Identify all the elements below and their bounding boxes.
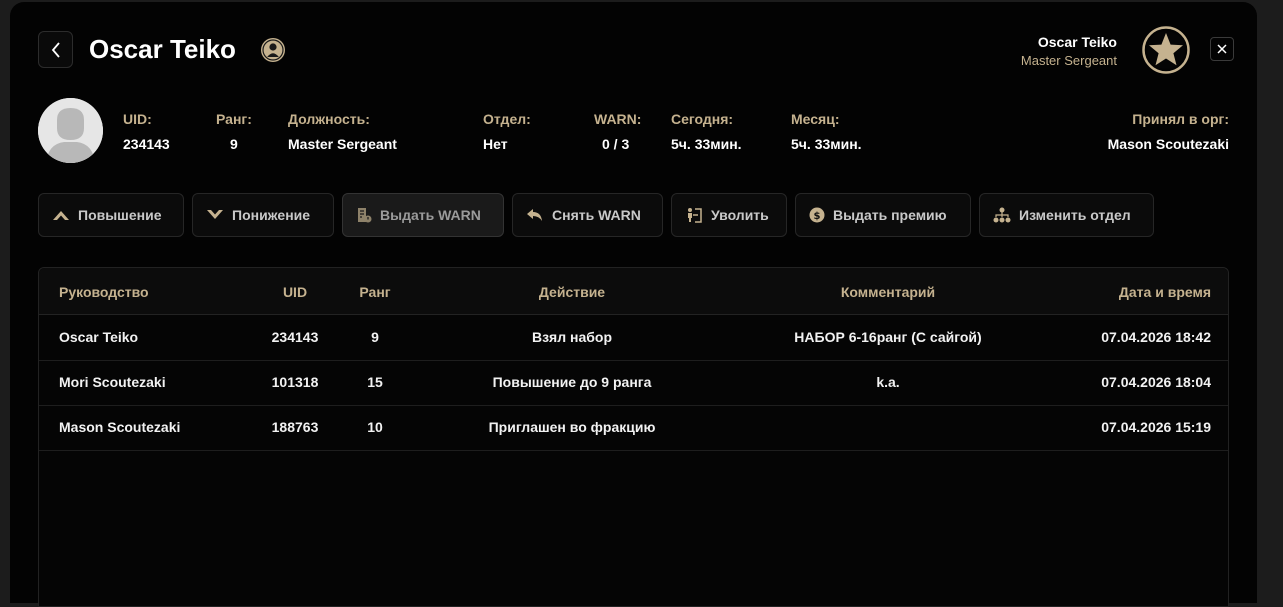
promote-button[interactable]: Повышение — [38, 193, 184, 237]
cell-uid: 101318 — [271, 374, 319, 390]
dismiss-label: Уволить — [711, 207, 769, 223]
table-row[interactable]: Mori Scoutezaki 101318 15 Повышение до 9… — [39, 360, 1228, 406]
give-bonus-label: Выдать премию — [833, 207, 947, 223]
hierarchy-icon — [993, 207, 1011, 223]
give-warn-label: Выдать WARN — [380, 207, 481, 223]
department-label: Отдел: — [483, 111, 531, 127]
cell-leader: Mori Scoutezaki — [59, 374, 166, 390]
avatar — [38, 98, 103, 163]
today-value: 5ч. 33мин. — [671, 136, 742, 152]
cell-leader: Oscar Teiko — [59, 329, 139, 345]
rank-star-icon — [1142, 26, 1190, 74]
history-table: Руководство UID Ранг Действие Комментари… — [38, 267, 1229, 607]
chevron-left-icon — [51, 41, 60, 58]
uid-label: UID: — [123, 111, 152, 127]
month-value: 5ч. 33мин. — [791, 136, 862, 152]
table-header: Руководство UID Ранг Действие Комментари… — [39, 268, 1228, 315]
cell-uid: 188763 — [271, 419, 319, 435]
user-info-icon[interactable] — [260, 37, 286, 63]
warn-label: WARN: — [594, 111, 642, 127]
exit-person-icon — [688, 208, 702, 223]
remove-warn-button[interactable]: Снять WARN — [512, 193, 663, 237]
cell-datetime: 07.04.2026 18:42 — [1101, 329, 1211, 345]
page-title: Oscar Teiko — [89, 34, 236, 64]
position-value: Master Sergeant — [288, 136, 397, 152]
change-department-button[interactable]: Изменить отдел — [979, 193, 1154, 237]
remove-warn-label: Снять WARN — [552, 207, 641, 223]
cell-comment: НАБОР 6-16ранг (С сайгой) — [794, 329, 982, 345]
chevron-up-icon — [53, 211, 69, 220]
give-bonus-button[interactable]: $ Выдать премию — [795, 193, 971, 237]
cell-action: Повышение до 9 ранга — [492, 374, 652, 390]
header-user-rank: Master Sergeant — [1020, 53, 1117, 68]
column-header-leader: Руководство — [59, 284, 149, 300]
month-label: Месяц: — [791, 111, 840, 127]
column-header-action: Действие — [538, 284, 606, 300]
cell-rank: 10 — [367, 419, 383, 435]
table-row[interactable]: Mason Scoutezaki 188763 10 Приглашен во … — [39, 405, 1228, 451]
cell-comment: k.a. — [876, 374, 900, 390]
uid-value: 234143 — [123, 136, 170, 152]
cell-action: Приглашен во фракцию — [488, 419, 656, 435]
demote-label: Понижение — [232, 207, 311, 223]
promote-label: Повышение — [78, 207, 162, 223]
warn-document-icon — [358, 208, 372, 223]
accepted-by-label: Принял в орг: — [1132, 111, 1229, 127]
position-label: Должность: — [288, 111, 370, 127]
cell-leader: Mason Scoutezaki — [59, 419, 181, 435]
close-icon — [1217, 44, 1227, 54]
cell-rank: 15 — [367, 374, 383, 390]
rank-value: 9 — [230, 136, 238, 152]
cell-datetime: 07.04.2026 15:19 — [1101, 419, 1211, 435]
chevron-down-icon — [207, 210, 223, 219]
give-warn-button[interactable]: Выдать WARN — [342, 193, 504, 237]
warn-value: 0 / 3 — [602, 136, 630, 152]
column-header-rank: Ранг — [359, 284, 391, 300]
cell-action: Взял набор — [531, 329, 613, 345]
column-header-datetime: Дата и время — [1118, 284, 1211, 300]
column-header-comment: Комментарий — [840, 284, 936, 300]
cell-datetime: 07.04.2026 18:04 — [1101, 374, 1211, 390]
today-label: Сегодня: — [671, 111, 734, 127]
close-button[interactable] — [1210, 37, 1234, 61]
department-value: Нет — [483, 136, 508, 152]
dismiss-button[interactable]: Уволить — [671, 193, 787, 237]
coin-icon: $ — [809, 207, 825, 223]
cell-uid: 234143 — [271, 329, 319, 345]
svg-text:$: $ — [814, 211, 821, 222]
demote-button[interactable]: Понижение — [192, 193, 334, 237]
user-silhouette-icon — [38, 98, 103, 163]
header-user-name: Oscar Teiko — [1037, 34, 1117, 50]
change-department-label: Изменить отдел — [1019, 207, 1131, 223]
member-profile-panel: Oscar Teiko Oscar Teiko Master Sergeant … — [10, 2, 1257, 607]
accepted-by-value: Mason Scoutezaki — [1107, 136, 1229, 152]
undo-arrow-icon — [527, 209, 542, 221]
back-button[interactable] — [38, 31, 73, 68]
rank-label: Ранг: — [216, 111, 252, 127]
cell-rank: 9 — [371, 329, 379, 345]
column-header-uid: UID — [282, 284, 308, 300]
table-row[interactable]: Oscar Teiko 234143 9 Взял набор НАБОР 6-… — [39, 315, 1228, 361]
